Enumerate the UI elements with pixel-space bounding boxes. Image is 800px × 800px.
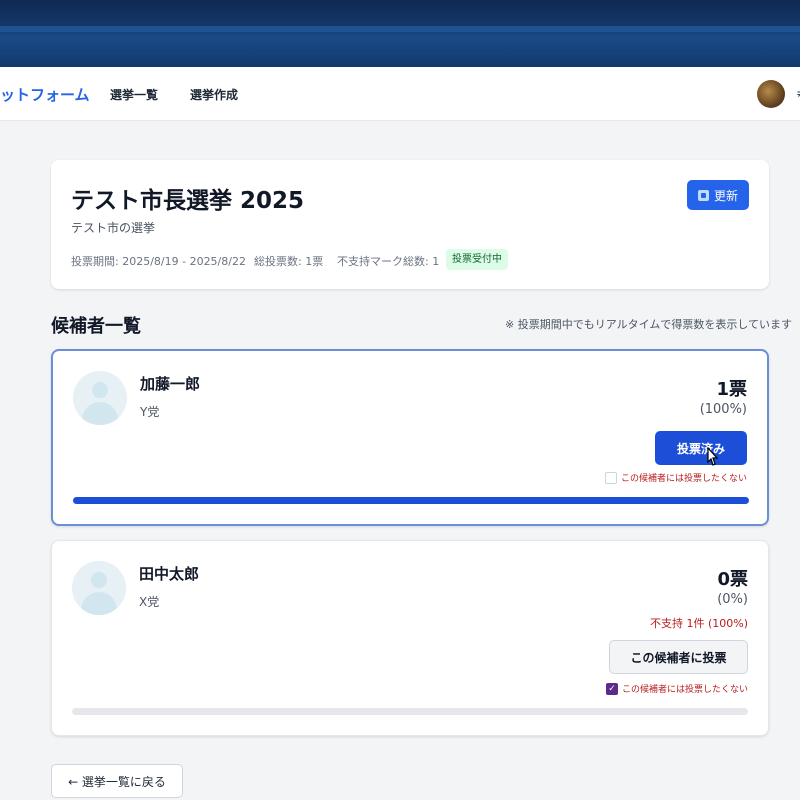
no-vote-checkbox[interactable]: ✓ [605,682,618,695]
user-avatar[interactable] [757,80,785,108]
no-vote-label: この候補者には投票したくない [621,685,748,695]
vote-share-fill [73,497,749,504]
election-title: テスト市長選挙 2025 [71,188,305,214]
candidate-party: Y党 [140,405,160,419]
nav-link-election-list[interactable]: 選挙一覧 [110,86,158,103]
refresh-icon [697,189,709,201]
candidate-vote-percent: (100%) [699,402,747,417]
banner-stripe [0,26,800,32]
election-card: テスト市長選挙 2025 テスト市の選挙 投票期間: 2025/8/19 - 2… [51,160,769,289]
realtime-note: ※ 投票期間中でもリアルタイムで得票数を表示しています [505,318,793,331]
candidate-party: X党 [139,595,160,609]
vote-share-bar [72,708,748,715]
candidate-name: 加藤一郎 [140,375,201,393]
refresh-label: 更新 [713,188,738,203]
brand-logo[interactable]: ットフォーム [0,84,90,105]
voting-period: 投票期間: 2025/8/19 - 2025/8/22 [71,255,246,268]
no-support-total: 不支持マーク総数: 1 [337,255,440,268]
back-to-list-button[interactable]: ← 選挙一覧に戻る [51,764,183,798]
user-name[interactable]: ≠ [796,86,800,100]
candidate-vote-count: 0票 [717,569,748,590]
candidate-name: 田中太郎 [139,565,200,583]
vote-for-candidate-button[interactable]: この候補者に投票 [609,640,748,674]
no-vote-option[interactable]: この候補者には投票したくない [604,471,747,484]
candidates-section-title: 候補者一覧 [51,316,141,337]
candidate-vote-percent: (0%) [717,592,748,607]
total-votes: 総投票数: 1票 [254,255,324,268]
vote-share-bar [73,497,749,504]
top-banner [0,0,800,67]
election-description: テスト市の選挙 [71,221,156,235]
no-support-count: 不支持 1件 (100%) [649,617,748,630]
candidate-avatar-placeholder [73,371,127,425]
no-vote-label: この候補者には投票したくない [620,474,747,484]
status-badge: 投票受付中 [446,249,508,270]
candidate-avatar-placeholder [72,561,126,615]
mouse-cursor-icon [707,447,719,466]
candidate-vote-count: 1票 [716,379,747,400]
no-vote-option[interactable]: ✓ この候補者には投票したくない [605,682,748,695]
no-vote-checkbox[interactable] [604,471,617,484]
navbar: ットフォーム 選挙一覧 選挙作成 ≠ [0,67,800,121]
refresh-button[interactable]: 更新 [687,180,749,210]
voted-button[interactable]: 投票済み [655,431,747,465]
candidate-card: 加藤一郎 Y党 1票 (100%) 投票済み この候補者には投票したくない [51,349,769,526]
nav-link-create-election[interactable]: 選挙作成 [190,86,238,103]
candidate-card: 田中太郎 X党 0票 (0%) 不支持 1件 (100%) この候補者に投票 ✓… [51,540,769,736]
